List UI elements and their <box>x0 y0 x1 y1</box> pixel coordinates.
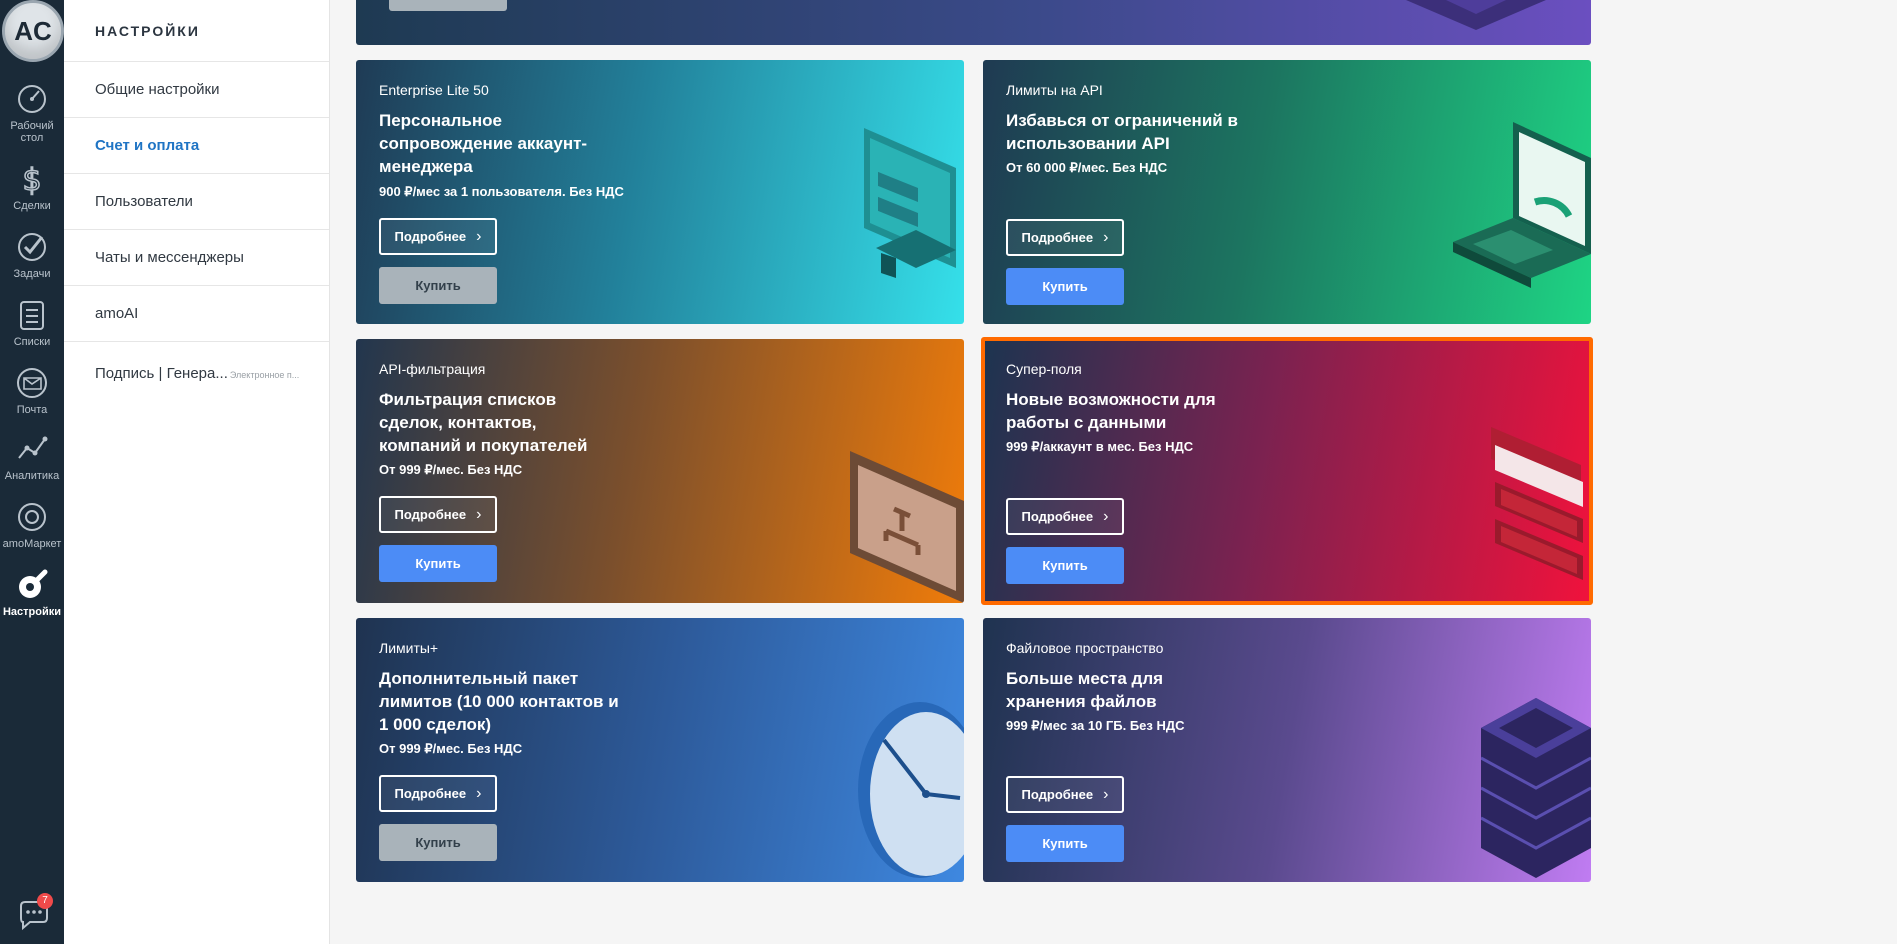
buy-button[interactable]: Купить <box>1006 825 1124 862</box>
card-price: 999 ₽/мес за 10 ГБ. Без НДС <box>1006 718 1185 733</box>
more-button[interactable]: Подробнее › <box>379 218 497 255</box>
rail-item-market[interactable]: amoМаркет <box>0 500 64 550</box>
sidebar-item-sublabel: Электронное п... <box>229 370 300 380</box>
account-avatar[interactable]: AC <box>2 0 64 62</box>
more-button-label: Подробнее <box>394 507 467 522</box>
rail-item-dashboard[interactable]: Рабочий стол <box>0 82 64 144</box>
list-icon <box>20 301 44 330</box>
more-button-label: Подробнее <box>1021 509 1094 524</box>
rail-label: Рабочий стол <box>10 120 54 144</box>
clock-illustration <box>858 702 964 878</box>
rail-item-lists[interactable]: Списки <box>0 298 64 348</box>
buy-button[interactable]: Купить <box>379 824 497 861</box>
chevron-right-icon: › <box>476 505 482 523</box>
rail-label: amoМаркет <box>2 538 62 550</box>
rail-label: Почта <box>16 404 48 416</box>
card-headline: Фильтрация списков сделок, контактов, ко… <box>379 390 588 455</box>
more-button[interactable]: Подробнее › <box>1006 498 1124 535</box>
card-enterprise-lite: Enterprise Lite 50 Персональное сопровож… <box>356 60 964 324</box>
card-headline: Больше места для хранения файлов <box>1006 669 1164 711</box>
partial-button[interactable] <box>389 0 507 11</box>
sidebar-title: НАСТРОЙКИ <box>64 0 329 62</box>
sidebar-item-signature[interactable]: Подпись | Генера... Электронное п... <box>64 342 329 406</box>
card-limits-plus: Лимиты+ Дополнительный пакет лимитов (10… <box>356 618 964 882</box>
server-stack-illustration <box>1481 698 1591 878</box>
analytics-icon <box>18 436 48 459</box>
dashboard-icon <box>18 85 46 113</box>
sidebar-item-general[interactable]: Общие настройки <box>64 62 329 118</box>
rail-item-deals[interactable]: $ Сделки <box>0 162 64 212</box>
rail-label: Настройки <box>2 606 62 618</box>
market-icon <box>18 503 46 531</box>
browser-flowchart-illustration <box>850 451 964 603</box>
card-top-partial <box>356 0 1591 45</box>
sidebar-item-billing[interactable]: Счет и оплата <box>64 118 329 174</box>
more-button[interactable]: Подробнее › <box>1006 219 1124 256</box>
card-tag: Enterprise Lite 50 <box>379 82 489 98</box>
settings-sidebar: НАСТРОЙКИ Общие настройки Счет и оплата … <box>64 0 330 944</box>
card-headline: Персональное сопровождение аккаунт-менед… <box>379 111 588 176</box>
rail-item-tasks[interactable]: Задачи <box>0 230 64 280</box>
buy-button[interactable]: Купить <box>1006 547 1124 584</box>
svg-text:$: $ <box>22 163 41 196</box>
sidebar-item-amoai[interactable]: amoAI <box>64 286 329 342</box>
card-price: 900 ₽/мес за 1 пользователя. Без НДС <box>379 184 624 199</box>
app-window: AC Рабочий стол $ Сделки Задачи Списки П… <box>0 0 1897 944</box>
sidebar-item-chats[interactable]: Чаты и мессенджеры <box>64 230 329 286</box>
card-price: От 999 ₽/мес. Без НДС <box>379 462 523 477</box>
rail-label: Списки <box>13 336 51 348</box>
card-tag: Супер-поля <box>1006 361 1082 377</box>
sidebar-item-label: Подпись | Генера... <box>95 365 228 382</box>
laptop-illustration <box>1453 122 1591 288</box>
buy-button[interactable]: Купить <box>379 267 497 304</box>
card-tag: Файловое пространство <box>1006 640 1164 656</box>
card-api-limits: Лимиты на API Избавься от ограничений в … <box>983 60 1591 324</box>
monitor-illustration <box>864 128 956 278</box>
card-price: От 999 ₽/мес. Без НДС <box>379 741 523 756</box>
rail-item-mail[interactable]: Почта <box>0 366 64 416</box>
left-nav-rail: AC Рабочий стол $ Сделки Задачи Списки П… <box>0 0 64 944</box>
more-button-label: Подробнее <box>394 786 467 801</box>
more-button[interactable]: Подробнее › <box>379 775 497 812</box>
card-headline: Избавься от ограничений в использовании … <box>1006 111 1238 153</box>
chevron-right-icon: › <box>476 784 482 802</box>
card-price: От 60 000 ₽/мес. Без НДС <box>1006 160 1168 175</box>
rail-label: Сделки <box>13 200 51 212</box>
rail-label: Аналитика <box>4 470 60 482</box>
buy-button[interactable]: Купить <box>1006 268 1124 305</box>
chevron-right-icon: › <box>1103 785 1109 803</box>
sidebar-item-users[interactable]: Пользователи <box>64 174 329 230</box>
more-button-label: Подробнее <box>1021 787 1094 802</box>
more-button[interactable]: Подробнее › <box>379 496 497 533</box>
card-file-storage: Файловое пространство Больше места для х… <box>983 618 1591 882</box>
notification-badge: 7 <box>37 893 53 909</box>
rail-label: Задачи <box>13 268 51 280</box>
mail-icon <box>17 368 47 398</box>
more-button-label: Подробнее <box>394 229 467 244</box>
check-icon <box>18 233 46 261</box>
card-super-fields: Супер-поля Новые возможности для работы … <box>981 337 1593 605</box>
chevron-right-icon: › <box>476 227 482 245</box>
more-button[interactable]: Подробнее › <box>1006 776 1124 813</box>
card-headline: Дополнительный пакет лимитов (10 000 кон… <box>379 669 619 734</box>
card-tag: Лимиты+ <box>379 640 439 656</box>
rail-item-settings[interactable]: Настройки <box>0 568 64 618</box>
settings-icon <box>19 569 48 598</box>
more-button-label: Подробнее <box>1021 230 1094 245</box>
card-api-filter: API-фильтрация Фильтрация списков сделок… <box>356 339 964 603</box>
isometric-illustration <box>1406 0 1546 30</box>
form-fields-illustration <box>1491 427 1583 580</box>
card-tag: Лимиты на API <box>1006 82 1103 98</box>
buy-button[interactable]: Купить <box>379 545 497 582</box>
rail-item-analytics[interactable]: Аналитика <box>0 432 64 482</box>
dollar-icon: $ <box>22 162 43 196</box>
chevron-right-icon: › <box>1103 507 1109 525</box>
card-headline: Новые возможности для работы с данными <box>1006 390 1216 432</box>
chevron-right-icon: › <box>1103 228 1109 246</box>
card-tag: API-фильтрация <box>379 361 486 377</box>
card-price: 999 ₽/аккаунт в мес. Без НДС <box>1006 439 1194 454</box>
